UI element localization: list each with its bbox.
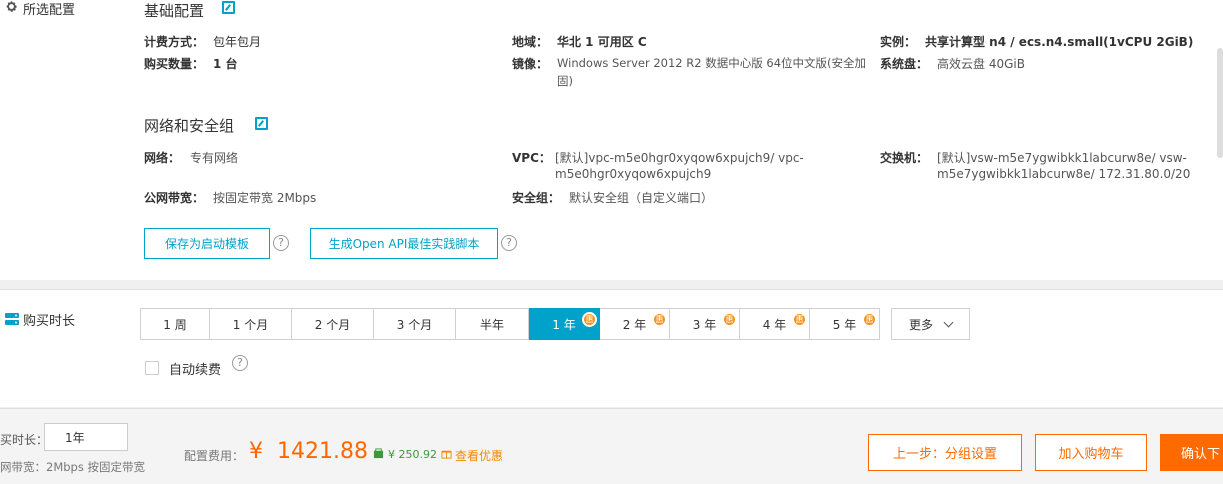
footer-bandwidth-text: 网带宽：2Mbps 按固定带宽 — [0, 460, 145, 474]
save-template-button[interactable]: 保存为启动模板 — [144, 228, 270, 259]
duration-option-1-week[interactable]: 1 周 — [140, 308, 210, 340]
bandwidth-value: 按固定带宽 2Mbps — [213, 191, 317, 205]
generate-api-button[interactable]: 生成Open API最佳实践脚本 — [310, 228, 498, 259]
add-to-cart-button[interactable]: 加入购物车 — [1035, 434, 1147, 471]
help-icon[interactable]: ? — [501, 235, 517, 251]
summary-title: 所选配置 — [23, 3, 76, 18]
system-disk-value: 高效云盘 40GiB — [937, 57, 1025, 71]
basic-config-title: 基础配置 — [144, 2, 205, 20]
duration-option-2-year[interactable]: 2 年惠 — [600, 308, 670, 340]
instance-value: 共享计算型 n4 / ecs.n4.small(1vCPU 2GiB) — [925, 35, 1194, 49]
discount-badge-icon: 惠 — [862, 312, 877, 327]
chevron-down-icon — [943, 317, 954, 327]
discount-badge-icon: 惠 — [722, 312, 737, 327]
view-discount-link[interactable]: 查看优惠 — [455, 447, 503, 464]
billing-label: 计费方式： — [144, 35, 205, 49]
duration-option-3-year[interactable]: 3 年惠 — [670, 308, 740, 340]
security-group-value: 默认安全组（自定义端口） — [569, 191, 714, 205]
duration-option-2-month[interactable]: 2 个月 — [292, 308, 374, 340]
footer-duration-value: 1年 — [65, 430, 85, 445]
auto-renew-label: 自动续费 — [169, 363, 222, 378]
help-icon[interactable]: ? — [232, 355, 248, 371]
vpc-value-line1: [默认]vpc-m5e0hgr0xyqow6xpujch9/ vpc- — [555, 151, 804, 165]
price-value: 1421.88 — [277, 439, 368, 464]
duration-option-half-year[interactable]: 半年 — [456, 308, 529, 340]
quantity-value: 1 台 — [213, 57, 238, 71]
vswitch-label: 交换机： — [880, 151, 929, 165]
saving-icon — [373, 448, 384, 462]
discount-badge-icon: 惠 — [792, 312, 807, 327]
image-value-line2: 固) — [557, 74, 573, 88]
instance-label: 实例： — [880, 35, 917, 49]
more-label: 更多 — [908, 317, 933, 332]
vswitch-value-line1: [默认]vsw-m5e7ygwibkk1labcurw8e/ vsw- — [937, 151, 1187, 165]
image-value-line1: Windows Server 2012 R2 数据中心版 64位中文版(安全加 — [557, 56, 867, 70]
vpc-value-line2: m5e0hgr0xyqow6xpujch9 — [555, 167, 712, 181]
quantity-label: 购买数量： — [144, 57, 205, 71]
footer-duration-select[interactable]: 1年 — [44, 423, 128, 451]
duration-title: 购买时长 — [23, 314, 76, 329]
security-group-label: 安全组： — [512, 191, 561, 205]
duration-option-3-month[interactable]: 3 个月 — [374, 308, 456, 340]
duration-option-5-year[interactable]: 5 年惠 — [810, 308, 880, 340]
network-label: 网络： — [144, 151, 181, 165]
edit-network-icon[interactable] — [255, 117, 268, 130]
auto-renew-checkbox[interactable] — [145, 361, 159, 375]
bandwidth-label: 公网带宽： — [144, 191, 205, 205]
gift-icon — [441, 448, 452, 462]
server-stack-icon — [4, 312, 20, 329]
footer-duration-label: 买时长： — [0, 433, 49, 447]
scrollbar[interactable] — [1217, 48, 1223, 158]
duration-card — [0, 289, 1223, 407]
saving-amount: ¥ 250.92 — [388, 448, 437, 461]
prev-step-button[interactable]: 上一步：分组设置 — [868, 434, 1022, 471]
confirm-order-button[interactable]: 确认下 — [1160, 434, 1223, 471]
currency-symbol: ¥ — [249, 439, 263, 464]
edit-basic-icon[interactable] — [222, 1, 235, 14]
gear-icon — [5, 0, 18, 16]
discount-badge-icon: 惠 — [582, 312, 597, 327]
region-value: 华北 1 可用区 C — [557, 35, 647, 49]
fee-label: 配置费用： — [184, 449, 245, 463]
duration-option-1-year[interactable]: 1 年惠 — [529, 308, 600, 340]
vpc-label: VPC： — [512, 151, 551, 165]
network-title: 网络和安全组 — [144, 117, 235, 135]
region-label: 地域： — [512, 35, 549, 49]
system-disk-label: 系统盘： — [880, 57, 929, 71]
billing-value: 包年包月 — [213, 35, 262, 49]
more-durations-button[interactable]: 更多 — [891, 308, 970, 340]
network-value: 专有网络 — [190, 151, 239, 165]
image-label: 镜像： — [512, 57, 549, 71]
help-icon[interactable]: ? — [273, 235, 289, 251]
duration-option-4-year[interactable]: 4 年惠 — [740, 308, 810, 340]
duration-options: 1 周 1 个月 2 个月 3 个月 半年 1 年惠 2 年惠 3 年惠 4 年… — [140, 308, 880, 340]
duration-option-1-month[interactable]: 1 个月 — [210, 308, 292, 340]
vswitch-value-line2: m5e7ygwibkk1labcurw8e/ 172.31.80.0/20 — [937, 167, 1191, 181]
discount-badge-icon: 惠 — [652, 312, 667, 327]
